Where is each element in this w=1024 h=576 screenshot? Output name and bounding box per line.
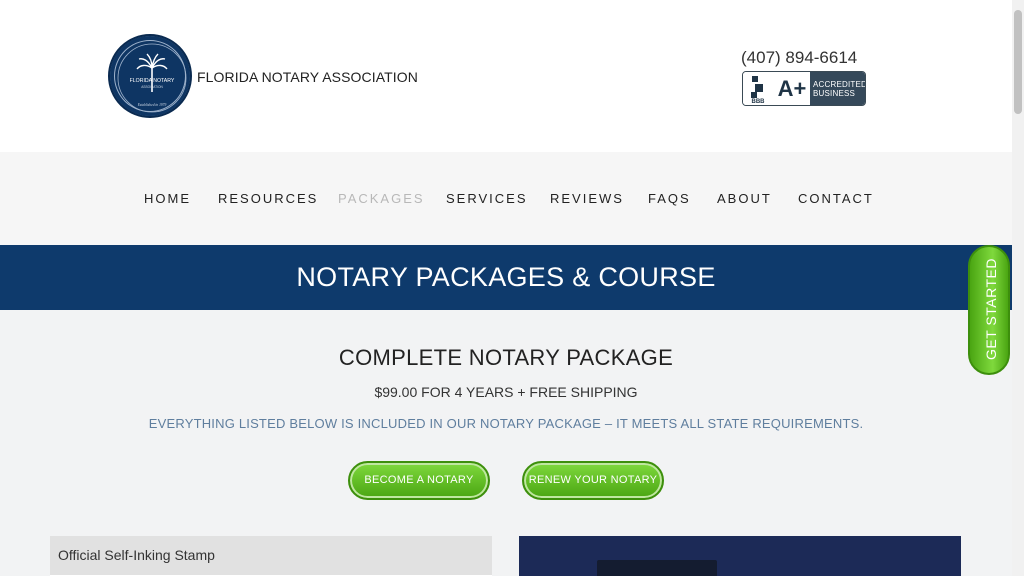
bbb-grade: A+ xyxy=(774,72,810,105)
become-notary-button[interactable]: BECOME A NOTARY xyxy=(348,461,490,500)
nav-about[interactable]: ABOUT xyxy=(717,191,772,206)
nav-resources[interactable]: RESOURCES xyxy=(218,191,318,206)
seal-text-top: FLORIDA NOTARY xyxy=(130,78,175,84)
nav-home[interactable]: HOME xyxy=(144,191,191,206)
association-seal-logo[interactable]: FLORIDA NOTARY ASSOCIATION Established i… xyxy=(108,34,192,118)
bbb-accredited-badge[interactable]: BBB A+ ACCREDITED BUSINESS xyxy=(742,71,866,106)
scrollbar-thumb[interactable] xyxy=(1014,10,1022,114)
nav-services[interactable]: SERVICES xyxy=(446,191,528,206)
nav-reviews[interactable]: REVIEWS xyxy=(550,191,624,206)
package-price: $99.00 FOR 4 YEARS + FREE SHIPPING xyxy=(374,384,638,400)
nav-faqs[interactable]: FAQS xyxy=(648,191,691,206)
bbb-line-2: BUSINESS xyxy=(813,89,856,98)
product-image xyxy=(519,536,961,576)
list-item: Official Self-Inking Stamp xyxy=(50,536,492,576)
package-title: COMPLETE NOTARY PACKAGE xyxy=(338,345,674,370)
bbb-torch-icon: BBB xyxy=(743,72,773,105)
nav-packages[interactable]: PACKAGES xyxy=(338,191,425,206)
page-title: NOTARY PACKAGES & COURSE xyxy=(296,262,716,292)
get-started-tab[interactable]: GET STARTED xyxy=(968,245,1010,375)
bbb-accredited-label: ACCREDITED BUSINESS xyxy=(810,72,866,105)
stamp-photo-shape xyxy=(597,560,717,576)
renew-notary-button[interactable]: RENEW YOUR NOTARY xyxy=(522,461,664,500)
get-started-label: GET STARTED xyxy=(983,258,999,360)
bbb-logo-text: BBB xyxy=(752,99,766,105)
package-note: EVERYTHING LISTED BELOW IS INCLUDED IN O… xyxy=(148,416,864,431)
nav-contact[interactable]: CONTACT xyxy=(798,191,874,206)
seal-text-small: ASSOCIATION xyxy=(141,85,163,89)
brand-name[interactable]: FLORIDA NOTARY ASSOCIATION xyxy=(197,69,418,85)
seal-text-bottom: Established in 1979 xyxy=(137,103,167,107)
phone-number[interactable]: (407) 894-6614 xyxy=(741,48,857,68)
list-item-label: Official Self-Inking Stamp xyxy=(58,547,215,563)
bbb-line-1: ACCREDITED xyxy=(813,80,866,89)
